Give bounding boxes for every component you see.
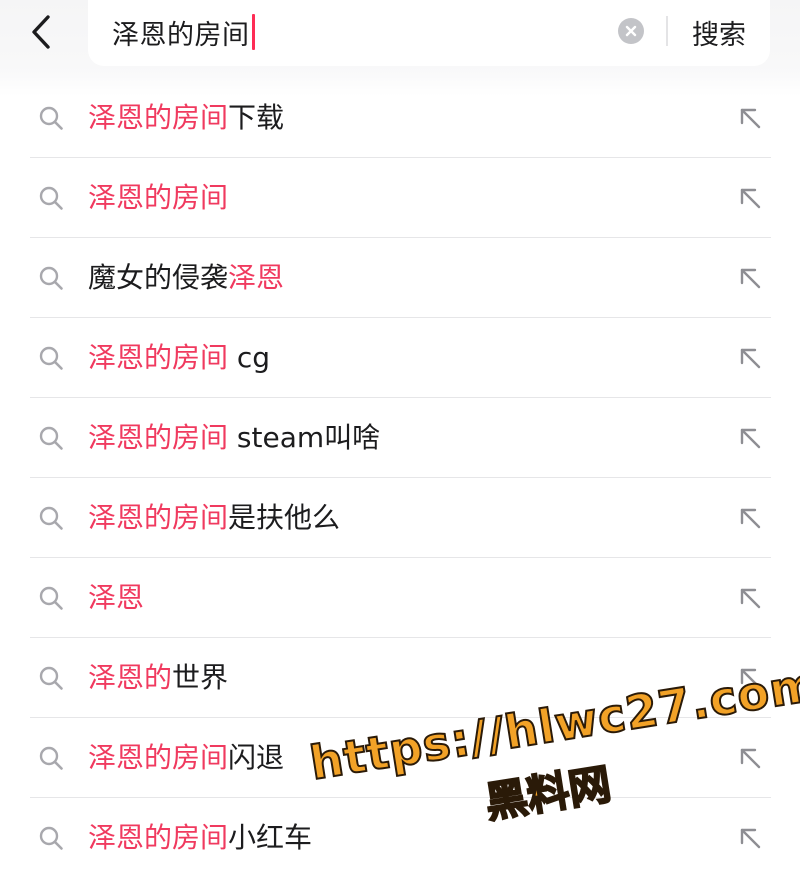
suggestion-highlight: 泽恩的房间 <box>88 821 229 854</box>
suggestion-item[interactable]: 泽恩的房间是扶他么 <box>30 478 771 558</box>
suggestion-highlight: 泽恩的房间 <box>88 181 229 214</box>
suggestion-item[interactable]: 泽恩的房间小红车 <box>30 798 771 878</box>
search-icon <box>39 826 63 850</box>
search-icon <box>39 426 63 450</box>
search-icon <box>39 506 63 530</box>
suggestion-item[interactable]: 魔女的侵袭泽恩 <box>30 238 771 318</box>
arrow-up-left-icon[interactable] <box>736 824 764 852</box>
search-box: 泽恩的房间 搜索 <box>88 0 770 66</box>
suggestion-text: 泽恩 <box>88 576 144 620</box>
arrow-up-left-icon[interactable] <box>736 264 764 292</box>
suggestion-text: 泽恩的房间闪退 <box>88 736 284 780</box>
search-icon <box>39 266 63 290</box>
suggestion-rest: 是扶他么 <box>228 501 341 534</box>
arrow-up-left-icon[interactable] <box>736 744 764 772</box>
arrow-up-left-icon[interactable] <box>736 184 764 212</box>
chevron-left-icon <box>32 15 50 49</box>
clear-icon <box>625 25 637 37</box>
suggestion-highlight: 泽恩 <box>88 581 145 614</box>
suggestion-text: 泽恩的房间下载 <box>88 96 284 140</box>
suggestion-text: 泽恩的房间是扶他么 <box>88 496 340 540</box>
search-input-text: 泽恩的房间 <box>112 19 250 51</box>
suggestion-rest: 闪退 <box>228 741 285 774</box>
search-icon <box>39 666 63 690</box>
suggestion-text: 泽恩的房间小红车 <box>88 816 312 860</box>
suggestion-highlight: 泽恩的房间 <box>88 741 229 774</box>
suggestion-item[interactable]: 泽恩的房间闪退 <box>30 718 771 798</box>
search-icon <box>39 746 63 770</box>
search-input[interactable]: 泽恩的房间 <box>112 12 255 52</box>
suggestion-highlight: 泽恩 <box>228 261 285 294</box>
arrow-up-left-icon[interactable] <box>736 344 764 372</box>
suggestion-item[interactable]: 泽恩的房间 <box>30 158 771 238</box>
suggestion-rest: 小红车 <box>228 821 313 854</box>
suggestion-rest: cg <box>228 341 271 374</box>
suggestion-rest: 魔女的侵袭 <box>88 261 229 294</box>
suggestion-item[interactable]: 泽恩的房间 steam叫啥 <box>30 398 771 478</box>
suggestion-rest: 下载 <box>228 101 285 134</box>
suggestion-text: 泽恩的世界 <box>88 656 228 700</box>
suggestion-item[interactable]: 泽恩的房间下载 <box>30 78 771 158</box>
suggestion-item[interactable]: 泽恩的房间 cg <box>30 318 771 398</box>
search-icon <box>39 106 63 130</box>
suggestion-text: 泽恩的房间 steam叫啥 <box>88 416 380 460</box>
suggestion-highlight: 泽恩的房间 <box>88 421 229 454</box>
suggestion-highlight: 泽恩的房间 <box>88 501 229 534</box>
suggestion-rest: 世界 <box>172 661 229 694</box>
suggestion-item[interactable]: 泽恩的世界 <box>30 638 771 718</box>
search-icon <box>39 586 63 610</box>
back-button[interactable] <box>18 8 64 56</box>
suggestion-text: 泽恩的房间 cg <box>88 336 270 380</box>
arrow-up-left-icon[interactable] <box>736 424 764 452</box>
suggestion-text: 泽恩的房间 <box>88 176 228 220</box>
clear-button[interactable] <box>618 18 644 44</box>
text-caret <box>251 14 255 50</box>
suggestion-list: 泽恩的房间下载 泽恩的房间 魔女的侵袭泽恩 泽恩的房间 cg 泽恩的房间 steam叫啥… <box>30 78 771 878</box>
suggestion-item[interactable]: 泽恩 <box>30 558 771 638</box>
arrow-up-left-icon[interactable] <box>736 504 764 532</box>
suggestion-text: 魔女的侵袭泽恩 <box>88 256 284 300</box>
search-divider <box>666 16 668 46</box>
search-icon <box>39 346 63 370</box>
suggestion-highlight: 泽恩的 <box>88 661 173 694</box>
arrow-up-left-icon[interactable] <box>736 584 764 612</box>
search-icon <box>39 186 63 210</box>
suggestion-highlight: 泽恩的房间 <box>88 341 229 374</box>
suggestion-highlight: 泽恩的房间 <box>88 101 229 134</box>
suggestion-rest: steam叫啥 <box>228 421 381 454</box>
search-submit-button[interactable]: 搜索 <box>684 12 754 52</box>
arrow-up-left-icon[interactable] <box>736 104 764 132</box>
arrow-up-left-icon[interactable] <box>736 664 764 692</box>
